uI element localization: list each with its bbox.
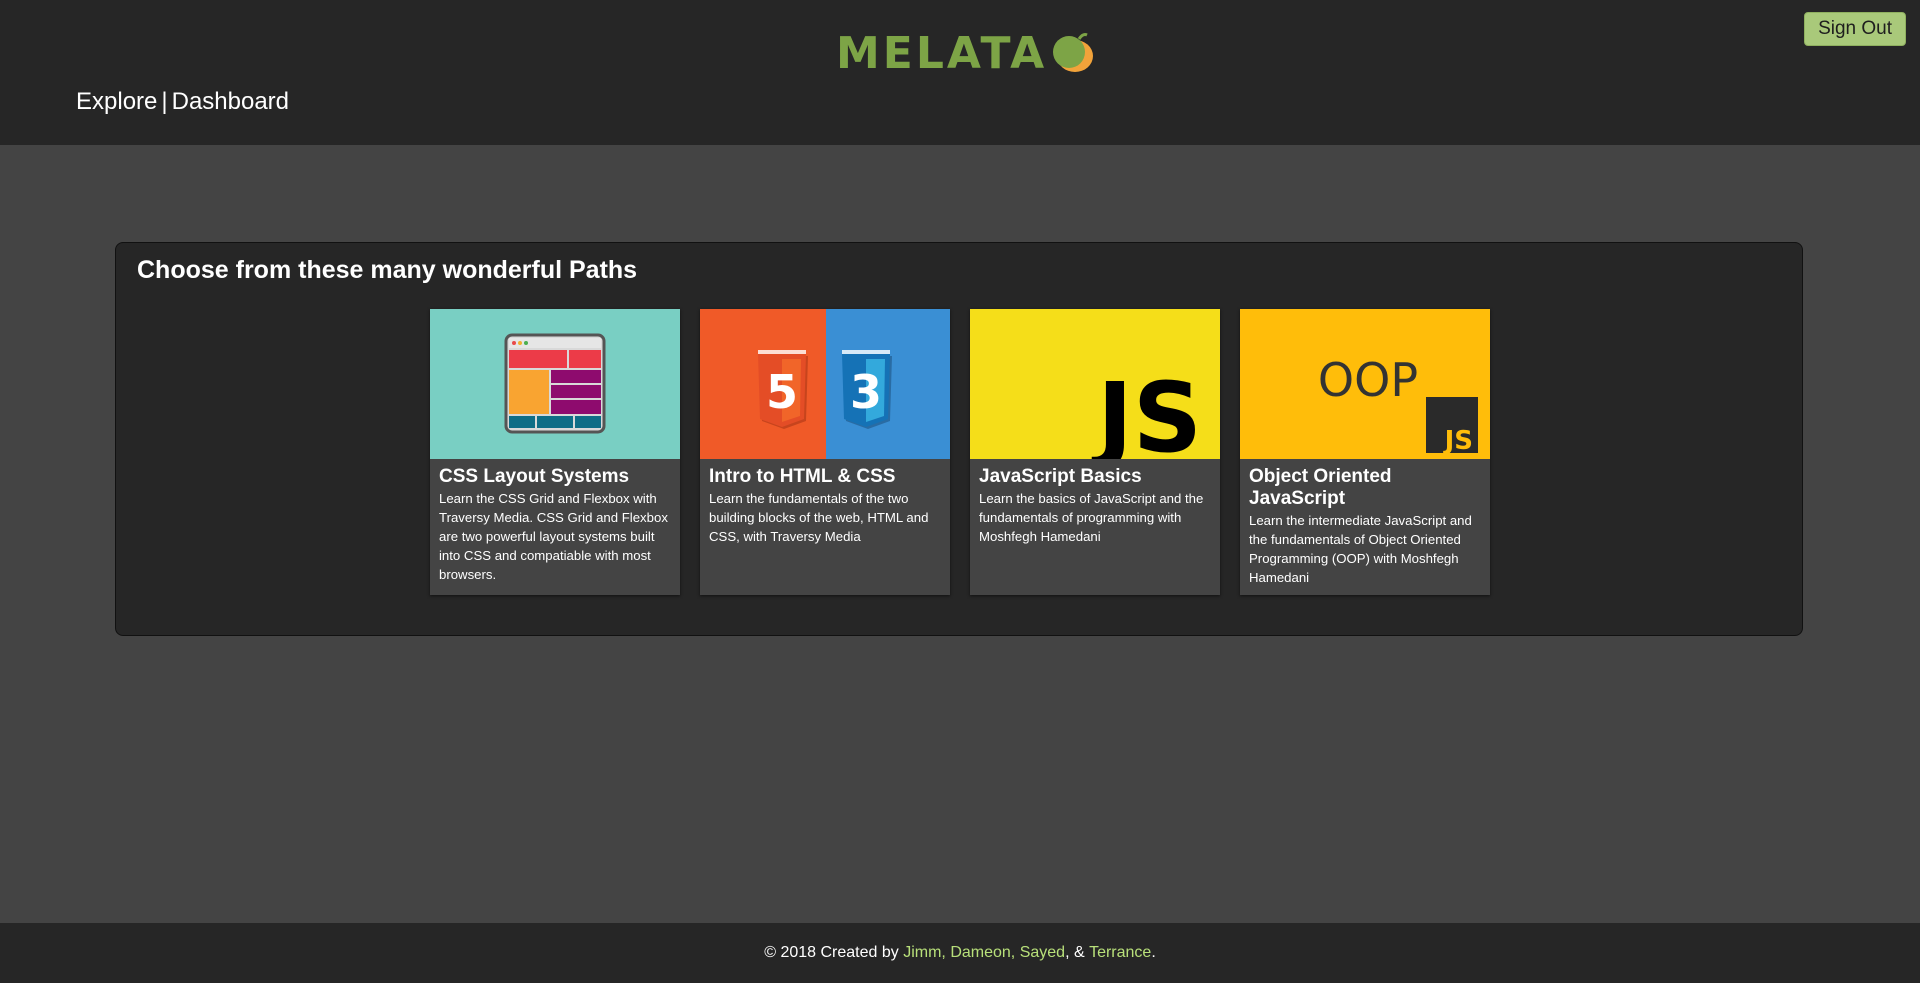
- card-description: Learn the basics of JavaScript and the f…: [979, 491, 1204, 544]
- card-body: CSS Layout Systems Learn the CSS Grid an…: [430, 459, 680, 591]
- melon-logo-icon: [1053, 33, 1094, 72]
- card-title: JavaScript Basics: [979, 466, 1142, 487]
- logo-text: MELATA: [836, 27, 1048, 79]
- css3-badge-text: 3: [850, 365, 882, 419]
- card-body: Object Oriented JavaScript Learn the int…: [1240, 459, 1490, 594]
- card-body: JavaScript Basics Learn the basics of Ja…: [970, 459, 1220, 553]
- javascript-logo-icon: JS: [1091, 362, 1202, 459]
- nav-explore-link[interactable]: Explore: [76, 88, 157, 116]
- author-link-jimm[interactable]: Jimm: [903, 944, 941, 962]
- js-logo-text: JS: [1091, 362, 1202, 459]
- author-link-dameon[interactable]: Dameon: [950, 944, 1010, 962]
- footer-and: , &: [1065, 944, 1090, 961]
- card-image: 5 3: [700, 309, 950, 459]
- card-title: Intro to HTML & CSS: [709, 466, 896, 487]
- card-title: CSS Layout Systems: [439, 466, 630, 487]
- footer-comma: ,: [1010, 944, 1020, 961]
- path-card-list: CSS Layout Systems Learn the CSS Grid an…: [430, 309, 1490, 595]
- oop-js-logo-icon: OOP JS: [1318, 353, 1478, 456]
- main-nav: Explore | Dashboard: [76, 88, 289, 116]
- card-image: [430, 309, 680, 459]
- card-image: OOP JS: [1240, 309, 1490, 459]
- html5-badge-text: 5: [766, 365, 798, 419]
- card-description: Learn the CSS Grid and Flexbox with Trav…: [439, 491, 668, 582]
- html5-css3-logos-icon: 5 3: [700, 309, 950, 459]
- card-description: Learn the intermediate JavaScript and th…: [1249, 513, 1472, 585]
- nav-dashboard-link[interactable]: Dashboard: [172, 88, 289, 116]
- path-card-oop-javascript[interactable]: OOP JS Object Oriented JavaScript Learn …: [1240, 309, 1490, 595]
- oop-logo-text: OOP: [1318, 353, 1418, 407]
- top-header: MELATA Explore | Dashboard Sign Out: [0, 0, 1920, 145]
- css-layout-illustration-icon: [504, 333, 606, 434]
- page-footer: © 2018 Created by Jimm , Dameon , Sayed …: [0, 923, 1920, 983]
- footer-comma: ,: [941, 944, 951, 961]
- footer-suffix: .: [1151, 944, 1156, 961]
- card-body: Intro to HTML & CSS Learn the fundamenta…: [700, 459, 950, 553]
- card-description: Learn the fundamentals of the two buildi…: [709, 491, 929, 544]
- path-card-javascript-basics[interactable]: JS JavaScript Basics Learn the basics of…: [970, 309, 1220, 595]
- paths-panel: Choose from these many wonderful Paths C…: [115, 242, 1803, 636]
- path-card-css-layout[interactable]: CSS Layout Systems Learn the CSS Grid an…: [430, 309, 680, 595]
- author-link-terrance[interactable]: Terrance: [1089, 944, 1151, 962]
- path-card-html-css[interactable]: 5 3 Intro to HTML & CSS Learn the fundam…: [700, 309, 950, 595]
- author-link-sayed[interactable]: Sayed: [1020, 944, 1065, 962]
- oop-js-badge-text: JS: [1443, 426, 1473, 456]
- sign-out-button[interactable]: Sign Out: [1804, 12, 1906, 46]
- nav-separator: |: [161, 88, 168, 115]
- card-title: Object Oriented JavaScript: [1249, 466, 1392, 509]
- footer-prefix: © 2018 Created by: [764, 944, 904, 961]
- card-image: JS: [970, 309, 1220, 459]
- panel-title: Choose from these many wonderful Paths: [137, 256, 638, 284]
- logo[interactable]: MELATA: [836, 27, 1097, 79]
